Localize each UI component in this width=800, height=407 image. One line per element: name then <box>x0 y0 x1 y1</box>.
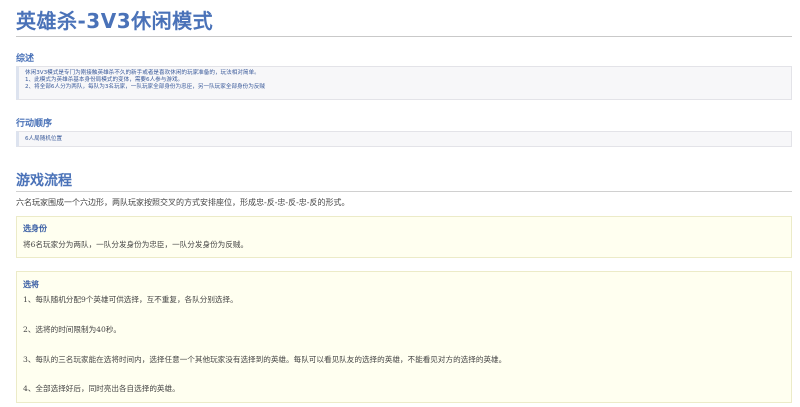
pick-item: 3、每队的三名玩家能在选将时间内，选择任意一个其他玩家没有选择到的英雄。每队可以… <box>23 355 507 364</box>
page-title: 英雄杀-3V3休闲模式 <box>16 9 214 33</box>
summary-line: 2、将全部6人分为两队，每队为3名玩家，一队玩家全部身份为忠臣，另一队玩家全部身… <box>25 84 266 91</box>
section-heading-summary: 综述 <box>16 54 35 64</box>
order-line: 6人局随机位置 <box>25 136 63 142</box>
pick-item: 1、每队随机分配9个英雄可供选择，互不重复，各队分别选择。 <box>23 295 238 304</box>
identity-box: 选身份 将6名玩家分为两队，一队分发身份为忠臣，一队分发身份为反贼。 <box>16 216 792 258</box>
pick-box: 选将 1、每队随机分配9个英雄可供选择，互不重复，各队分别选择。 2、选将的时间… <box>16 271 792 403</box>
flow-divider <box>16 191 792 192</box>
section-heading-order: 行动顺序 <box>16 119 53 129</box>
summary-box: 休闲3V3模式是专门为刚接触英雄杀不久的新手或者是喜欢休闲的玩家准备的，玩法相对… <box>16 66 792 100</box>
order-box: 6人局随机位置 <box>16 131 792 147</box>
pick-item: 2、选将的时间限制为40秒。 <box>23 325 122 334</box>
identity-text: 将6名玩家分为两队，一队分发身份为忠臣，一队分发身份为反贼。 <box>23 240 249 249</box>
pick-item: 4、全部选择好后，同时亮出各自选择的英雄。 <box>23 384 180 393</box>
title-divider <box>16 36 792 37</box>
flow-intro: 六名玩家围成一个六边形，两队玩家按照交叉的方式安排座位，形成忠-反-忠-反-忠-… <box>16 198 350 207</box>
pick-title: 选将 <box>23 280 39 289</box>
identity-title: 选身份 <box>23 224 47 233</box>
section-heading-flow: 游戏流程 <box>16 173 72 189</box>
